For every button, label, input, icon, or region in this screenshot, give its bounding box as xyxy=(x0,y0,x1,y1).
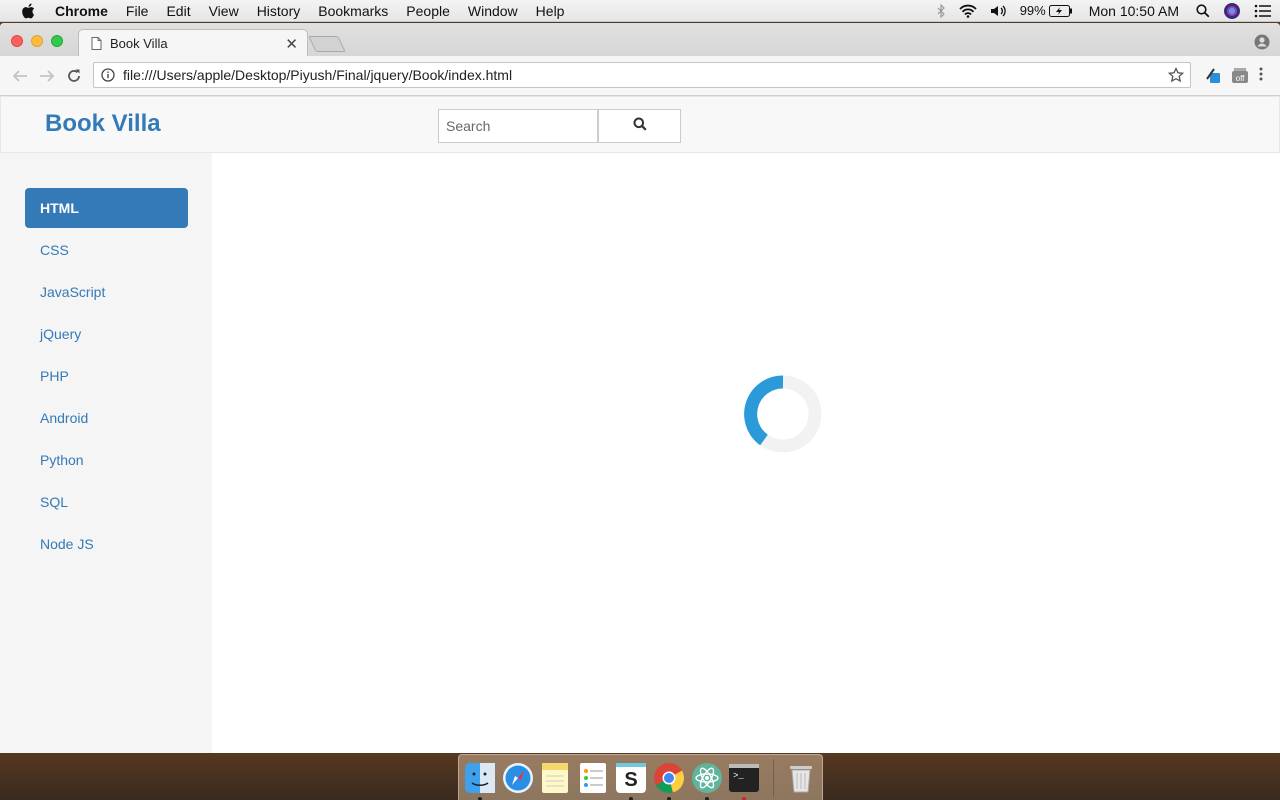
chrome-icon[interactable] xyxy=(652,761,686,800)
extension-color-picker-icon[interactable] xyxy=(1204,66,1222,84)
site-brand[interactable]: Book Villa xyxy=(45,110,161,138)
bookmark-star-icon[interactable] xyxy=(1168,67,1184,83)
chrome-window: Book Villa ✕ file:///Users/apple/Desktop… xyxy=(0,23,1280,753)
terminal-icon[interactable]: >_ xyxy=(727,761,761,800)
url-text: file:///Users/apple/Desktop/Piyush/Final… xyxy=(123,67,513,83)
chrome-menu-icon[interactable] xyxy=(1258,66,1264,82)
slack-running-dot xyxy=(629,796,634,800)
apple-menu-icon[interactable] xyxy=(21,3,35,19)
sidebar-item-html[interactable]: HTML xyxy=(25,188,188,228)
page-icon xyxy=(91,36,102,50)
battery-percent[interactable]: 99% xyxy=(1020,3,1046,18)
spotlight-icon[interactable] xyxy=(1196,3,1210,18)
site-navbar: Book Villa xyxy=(0,96,1280,153)
menu-window[interactable]: Window xyxy=(468,3,518,19)
close-window-button[interactable] xyxy=(11,35,23,47)
minimize-window-button[interactable] xyxy=(31,35,43,47)
menu-help[interactable]: Help xyxy=(536,3,565,19)
reload-icon[interactable] xyxy=(63,68,85,84)
search-icon xyxy=(633,117,647,136)
sidebar-item-nodejs[interactable]: Node JS xyxy=(25,524,188,564)
menu-edit[interactable]: Edit xyxy=(166,3,190,19)
dock-separator xyxy=(773,758,775,797)
battery-icon[interactable] xyxy=(1048,4,1073,17)
sidebar-item-javascript[interactable]: JavaScript xyxy=(25,272,188,312)
extension-off-icon[interactable]: off xyxy=(1231,66,1249,84)
siri-icon[interactable] xyxy=(1223,2,1241,20)
finder-icon[interactable] xyxy=(463,761,497,800)
sidebar-item-jquery[interactable]: jQuery xyxy=(25,314,188,354)
notification-center-icon[interactable] xyxy=(1254,4,1272,18)
sidebar-item-python[interactable]: Python xyxy=(25,440,188,480)
menu-app-name[interactable]: Chrome xyxy=(55,3,108,19)
menu-history[interactable]: History xyxy=(257,3,301,19)
info-icon[interactable] xyxy=(101,68,115,82)
macos-menu-bar: Chrome File Edit View History Bookmarks … xyxy=(0,0,1280,22)
browser-toolbar: file:///Users/apple/Desktop/Piyush/Final… xyxy=(0,56,1280,96)
menu-file[interactable]: File xyxy=(126,3,149,19)
menu-people[interactable]: People xyxy=(406,3,450,19)
web-page: Book Villa HTML CSS JavaScript jQuery PH… xyxy=(0,96,1280,753)
svg-text:>_: >_ xyxy=(733,771,744,781)
menu-clock[interactable]: Mon 10:50 AM xyxy=(1089,3,1179,19)
search-input[interactable] xyxy=(438,109,598,143)
menu-view[interactable]: View xyxy=(209,3,239,19)
sidebar: HTML CSS JavaScript jQuery PHP Android P… xyxy=(0,153,212,753)
wifi-icon[interactable] xyxy=(959,4,977,18)
volume-icon[interactable] xyxy=(990,4,1008,18)
menu-bookmarks[interactable]: Bookmarks xyxy=(318,3,388,19)
notes-icon[interactable] xyxy=(539,761,573,795)
chrome-running-dot xyxy=(666,796,671,800)
finder-running-dot xyxy=(478,796,482,800)
bluetooth-icon[interactable] xyxy=(936,3,946,18)
macos-dock: S >_ xyxy=(458,754,823,800)
address-bar[interactable]: file:///Users/apple/Desktop/Piyush/Final… xyxy=(93,62,1191,88)
tab-title: Book Villa xyxy=(110,35,168,51)
search-button[interactable] xyxy=(598,109,681,143)
sidebar-item-css[interactable]: CSS xyxy=(25,230,188,270)
window-controls xyxy=(11,35,71,47)
loading-spinner xyxy=(743,374,823,454)
sidebar-item-android[interactable]: Android xyxy=(25,398,188,438)
sidebar-item-sql[interactable]: SQL xyxy=(25,482,188,522)
new-tab-button[interactable] xyxy=(308,36,346,52)
slack-icon[interactable]: S xyxy=(614,761,648,800)
back-arrow-icon[interactable] xyxy=(9,69,31,83)
trash-icon[interactable] xyxy=(784,761,818,795)
zoom-window-button[interactable] xyxy=(51,35,63,47)
atom-running-dot xyxy=(704,796,709,800)
safari-icon[interactable] xyxy=(501,761,535,795)
svg-text:S: S xyxy=(624,769,637,791)
reminders-icon[interactable] xyxy=(576,761,610,795)
sidebar-menu: HTML CSS JavaScript jQuery PHP Android P… xyxy=(0,188,212,564)
tab-strip: Book Villa ✕ xyxy=(0,23,1280,56)
atom-icon[interactable] xyxy=(690,761,724,800)
sidebar-item-php[interactable]: PHP xyxy=(25,356,188,396)
profile-icon[interactable] xyxy=(1254,34,1270,55)
close-tab-icon[interactable]: ✕ xyxy=(285,35,298,53)
tab-book-villa[interactable]: Book Villa ✕ xyxy=(78,29,308,56)
terminal-running-dot xyxy=(742,796,747,800)
svg-text:off: off xyxy=(1236,74,1246,83)
forward-arrow-icon[interactable] xyxy=(36,69,58,83)
